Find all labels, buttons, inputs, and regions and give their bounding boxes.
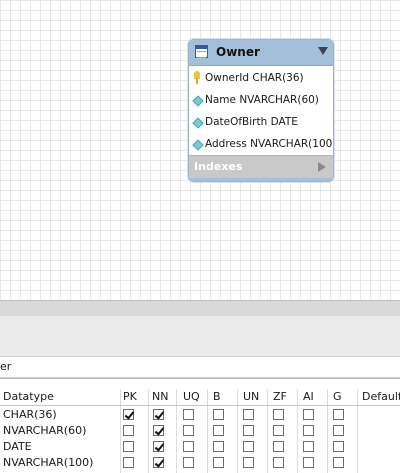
primary-key-icon bbox=[194, 71, 200, 84]
ai-checkbox[interactable] bbox=[303, 441, 314, 452]
header-zf[interactable]: ZF bbox=[273, 389, 287, 405]
expand-triangle-icon[interactable] bbox=[318, 162, 326, 172]
entity-header[interactable]: Owner bbox=[189, 40, 333, 66]
datatype-cell[interactable]: NVARCHAR(60) bbox=[3, 423, 86, 439]
entity-title: Owner bbox=[216, 45, 260, 59]
header-default[interactable]: Default/ bbox=[362, 389, 400, 405]
column-diamond-icon bbox=[192, 117, 204, 129]
ai-checkbox[interactable] bbox=[303, 409, 314, 420]
entity-column-list: OwnerId CHAR(36) Name NVARCHAR(60) DateO… bbox=[189, 66, 333, 155]
column-row-dateofbirth[interactable]: DateOfBirth DATE bbox=[189, 111, 333, 133]
zf-checkbox[interactable] bbox=[273, 457, 284, 468]
panel-splitter[interactable] bbox=[0, 300, 400, 317]
column-row-name[interactable]: Name NVARCHAR(60) bbox=[189, 89, 333, 111]
datatype-cell[interactable]: CHAR(36) bbox=[3, 407, 57, 423]
nn-checkbox[interactable] bbox=[153, 441, 164, 452]
un-checkbox[interactable] bbox=[243, 457, 254, 468]
un-checkbox[interactable] bbox=[243, 409, 254, 420]
columns-grid[interactable]: Datatype PK NN UQ B UN ZF AI G Default/ … bbox=[0, 378, 400, 473]
uq-checkbox[interactable] bbox=[183, 409, 194, 420]
header-datatype[interactable]: Datatype bbox=[3, 389, 54, 405]
grid-header-row: Datatype PK NN UQ B UN ZF AI G Default/ bbox=[0, 389, 400, 406]
nn-checkbox[interactable] bbox=[153, 425, 164, 436]
datatype-cell[interactable]: NVARCHAR(100) bbox=[3, 455, 93, 471]
table-row[interactable]: DATE bbox=[0, 439, 400, 455]
table-row[interactable]: CHAR(36) bbox=[0, 407, 400, 423]
b-checkbox[interactable] bbox=[213, 425, 224, 436]
pk-checkbox[interactable] bbox=[123, 441, 134, 452]
owner-entity-box[interactable]: Owner OwnerId CHAR(36) Name NVARCHAR(60)… bbox=[188, 39, 334, 182]
table-name-text: er bbox=[0, 360, 12, 373]
zf-checkbox[interactable] bbox=[273, 409, 284, 420]
column-label: DateOfBirth DATE bbox=[205, 116, 298, 128]
zf-checkbox[interactable] bbox=[273, 425, 284, 436]
pk-checkbox[interactable] bbox=[123, 457, 134, 468]
nn-checkbox[interactable] bbox=[153, 409, 164, 420]
column-label: Name NVARCHAR(60) bbox=[205, 94, 319, 106]
column-diamond-icon bbox=[192, 139, 204, 151]
uq-checkbox[interactable] bbox=[183, 425, 194, 436]
nn-checkbox[interactable] bbox=[153, 457, 164, 468]
header-pk[interactable]: PK bbox=[123, 389, 137, 405]
header-b[interactable]: B bbox=[213, 389, 221, 405]
column-diamond-icon bbox=[192, 95, 204, 107]
ai-checkbox[interactable] bbox=[303, 457, 314, 468]
header-ai[interactable]: AI bbox=[303, 389, 314, 405]
ai-checkbox[interactable] bbox=[303, 425, 314, 436]
un-checkbox[interactable] bbox=[243, 425, 254, 436]
header-g[interactable]: G bbox=[333, 389, 342, 405]
un-checkbox[interactable] bbox=[243, 441, 254, 452]
entity-footer bbox=[189, 178, 333, 181]
pk-checkbox[interactable] bbox=[123, 425, 134, 436]
g-checkbox[interactable] bbox=[333, 409, 344, 420]
header-nn[interactable]: NN bbox=[152, 389, 168, 405]
indexes-section[interactable]: Indexes bbox=[189, 155, 333, 178]
collapse-triangle-icon[interactable] bbox=[318, 47, 328, 55]
zf-checkbox[interactable] bbox=[273, 441, 284, 452]
datatype-cell[interactable]: DATE bbox=[3, 439, 32, 455]
table-row[interactable]: NVARCHAR(100) bbox=[0, 455, 400, 471]
editor-toolbar-area bbox=[0, 316, 400, 357]
uq-checkbox[interactable] bbox=[183, 441, 194, 452]
b-checkbox[interactable] bbox=[213, 441, 224, 452]
column-row-ownerid[interactable]: OwnerId CHAR(36) bbox=[189, 67, 333, 89]
indexes-label: Indexes bbox=[194, 160, 243, 173]
header-uq[interactable]: UQ bbox=[183, 389, 200, 405]
table-icon bbox=[195, 45, 208, 58]
diagram-canvas[interactable]: Owner OwnerId CHAR(36) Name NVARCHAR(60)… bbox=[0, 0, 400, 300]
g-checkbox[interactable] bbox=[333, 425, 344, 436]
b-checkbox[interactable] bbox=[213, 409, 224, 420]
uq-checkbox[interactable] bbox=[183, 457, 194, 468]
table-name-row[interactable]: er bbox=[0, 357, 400, 378]
g-checkbox[interactable] bbox=[333, 441, 344, 452]
column-label: OwnerId CHAR(36) bbox=[205, 72, 304, 84]
column-row-address[interactable]: Address NVARCHAR(100) bbox=[189, 133, 333, 155]
g-checkbox[interactable] bbox=[333, 457, 344, 468]
column-label: Address NVARCHAR(100) bbox=[205, 138, 334, 150]
table-row[interactable]: NVARCHAR(60) bbox=[0, 423, 400, 439]
pk-checkbox[interactable] bbox=[123, 409, 134, 420]
header-un[interactable]: UN bbox=[243, 389, 259, 405]
b-checkbox[interactable] bbox=[213, 457, 224, 468]
